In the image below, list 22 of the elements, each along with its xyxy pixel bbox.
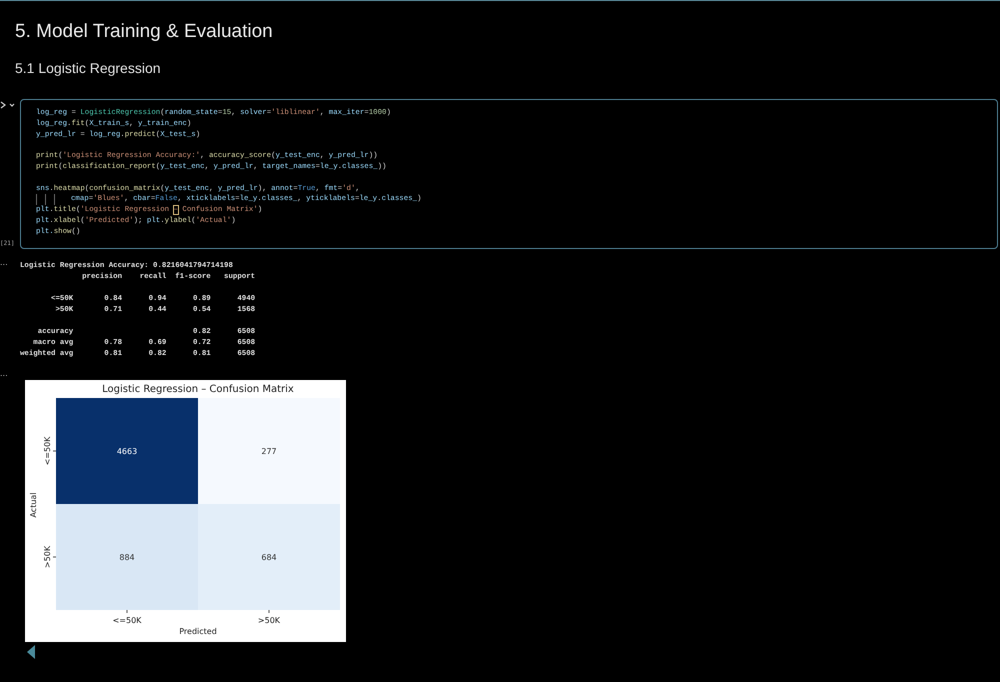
cell-value: 4663 [116, 446, 138, 456]
cell-value: 277 [261, 446, 277, 456]
x-axis-label: Predicted [179, 626, 217, 636]
section-heading: 5. Model Training & Evaluation [14, 20, 274, 43]
y-axis-label: Actual [29, 492, 38, 518]
cell-value: 884 [119, 552, 135, 562]
x-tick-label: <=50K [112, 616, 142, 625]
tick-mark [52, 450, 56, 451]
x-tick-label: >50K [258, 616, 280, 625]
chart-title: Logistic Regression – Confusion Matrix [102, 384, 294, 395]
tick-mark [52, 556, 56, 557]
triangle-icon[interactable] [27, 645, 35, 659]
run-chevron-icon[interactable] [0, 101, 16, 109]
tick-mark [126, 609, 128, 613]
code-cell[interactable] [20, 99, 998, 249]
output-menu-icon[interactable]: ... [0, 370, 20, 378]
y-tick-label: <=50K [43, 436, 52, 465]
subsection-heading: 5.1 Logistic Regression [14, 59, 162, 76]
y-tick-label: >50K [43, 546, 52, 568]
output-menu-icon[interactable]: ... [0, 258, 20, 267]
tick-mark [268, 609, 270, 613]
cell-value: 684 [261, 552, 277, 562]
